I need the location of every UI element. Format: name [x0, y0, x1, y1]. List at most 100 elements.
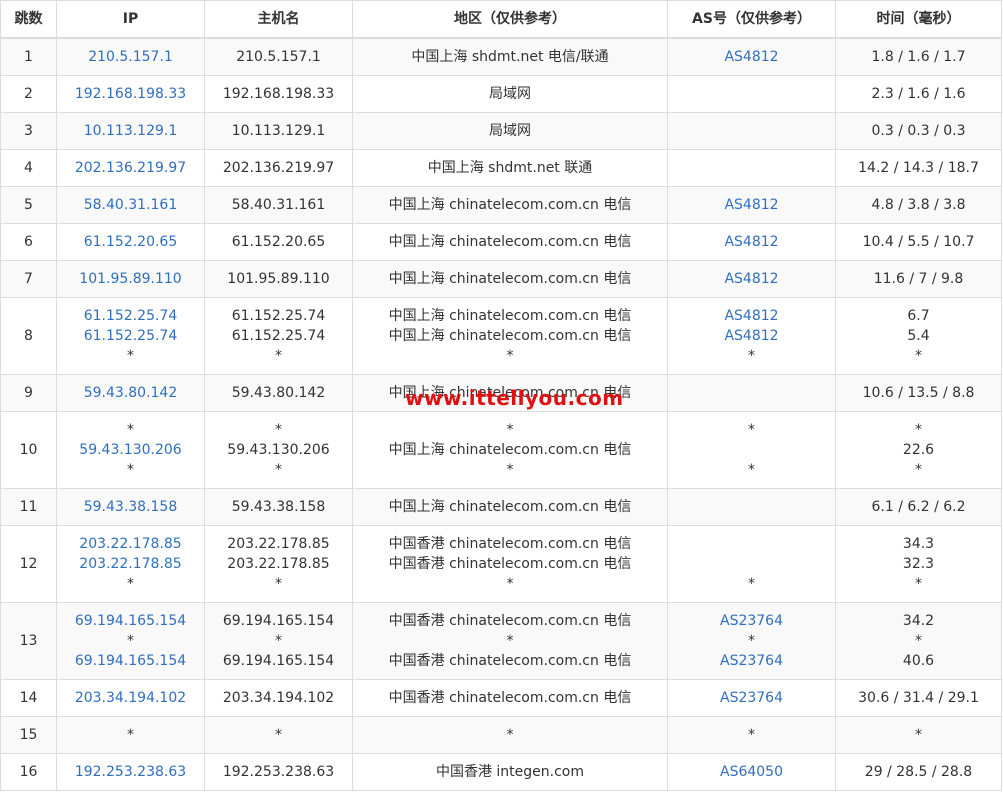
table-row: 9 59.43.80.142 59.43.80.142 中国上海 chinatelec… [0, 374, 1002, 412]
ip-value[interactable]: 192.253.238.63 [57, 762, 204, 782]
ip-value[interactable]: 58.40.31.161 [57, 195, 204, 215]
ip-value[interactable]: 61.152.20.65 [57, 232, 204, 252]
hop-cell: 14 [0, 679, 57, 717]
as-value[interactable]: AS4812 [668, 326, 835, 346]
ip-value: * [127, 633, 134, 649]
as-cell: * [667, 716, 836, 754]
ip-value[interactable]: 69.194.165.154 [57, 651, 204, 671]
as-cell: AS4812 [667, 223, 836, 261]
header-hostname: 主机名 [204, 0, 353, 39]
region-value: * [506, 576, 514, 592]
hostname-value: * [275, 422, 282, 438]
ip-value[interactable]: 210.5.157.1 [57, 47, 204, 67]
ip-value[interactable]: 203.22.178.85 [57, 534, 204, 554]
hostname-value: 192.253.238.63 [222, 764, 335, 780]
hostname-value: 203.22.178.85 [227, 536, 330, 552]
as-cell: * [667, 525, 836, 603]
as-cell [667, 112, 836, 150]
hop-cell: 4 [0, 149, 57, 187]
hostname-cell: 69.194.165.154 * 69.194.165.154 [204, 602, 353, 680]
region-value: 中国香港 chinatelecom.com.cn 电信 [388, 536, 632, 552]
as-value[interactable]: AS64050 [668, 762, 835, 782]
as-cell: * * [667, 411, 836, 489]
ip-value[interactable]: 202.136.219.97 [57, 158, 204, 178]
header-ip: IP [56, 0, 205, 39]
time-cell: 29 / 28.5 / 28.8 [835, 753, 1002, 791]
hop-cell: 12 [0, 525, 57, 603]
hostname-cell: 203.22.178.85 203.22.178.85 * [204, 525, 353, 603]
region-value: 中国香港 chinatelecom.com.cn 电信 [388, 690, 632, 706]
ip-value[interactable]: 59.43.38.158 [57, 497, 204, 517]
as-value [668, 554, 835, 574]
region-value: 中国上海 chinatelecom.com.cn 电信 [388, 197, 632, 213]
hostname-value: 210.5.157.1 [236, 49, 321, 65]
time-cell: 34.3 32.3 * [835, 525, 1002, 603]
region-cell: 中国上海 chinatelecom.com.cn 电信 [352, 223, 668, 261]
ip-value[interactable]: 203.22.178.85 [57, 554, 204, 574]
hostname-value: 203.34.194.102 [222, 690, 335, 706]
as-cell: AS4812 [667, 186, 836, 224]
hop-cell: 8 [0, 297, 57, 375]
ip-value[interactable]: 101.95.89.110 [57, 269, 204, 289]
ip-cell: 203.22.178.85 203.22.178.85 * [56, 525, 205, 603]
hostname-value: 202.136.219.97 [222, 160, 335, 176]
hostname-cell: 203.34.194.102 [204, 679, 353, 717]
as-value: * [748, 462, 755, 478]
as-value[interactable]: AS4812 [668, 306, 835, 326]
hostname-value: 10.113.129.1 [231, 123, 326, 139]
region-cell: 中国上海 chinatelecom.com.cn 电信 [352, 488, 668, 526]
table-row: 16 192.253.238.63 192.253.238.63 中国香港 integ… [0, 753, 1002, 791]
ip-value[interactable]: 59.43.80.142 [57, 383, 204, 403]
hostname-value: * [275, 727, 282, 743]
ip-value[interactable]: 69.194.165.154 [57, 611, 204, 631]
ip-cell: 202.136.219.97 [56, 149, 205, 187]
as-cell [667, 149, 836, 187]
ip-cell: 10.113.129.1 [56, 112, 205, 150]
hostname-value: 203.22.178.85 [227, 556, 330, 572]
hostname-cell: 192.168.198.33 [204, 75, 353, 113]
as-value [668, 383, 835, 403]
ip-value[interactable]: 203.34.194.102 [57, 688, 204, 708]
ip-value[interactable]: 59.43.130.206 [57, 440, 204, 460]
hostname-cell: 61.152.25.74 61.152.25.74 * [204, 297, 353, 375]
table-row: 14 203.34.194.102 203.34.194.102 中国香港 china… [0, 679, 1002, 717]
hostname-cell: * [204, 716, 353, 754]
ip-value: * [127, 422, 134, 438]
as-value[interactable]: AS23764 [668, 611, 835, 631]
header-as: AS号（仅供参考） [667, 0, 836, 39]
as-value[interactable]: AS23764 [668, 651, 835, 671]
as-value [668, 497, 835, 517]
hop-cell: 13 [0, 602, 57, 680]
time-cell: * [835, 716, 1002, 754]
ip-value[interactable]: 10.113.129.1 [57, 121, 204, 141]
region-value: * [506, 348, 514, 364]
traceroute-table: 跳数 IP 主机名 地区（仅供参考） AS号（仅供参考） 时间（毫秒） 1 210… [0, 0, 1002, 791]
hostname-cell: * 59.43.130.206 * [204, 411, 353, 489]
as-value[interactable]: AS4812 [668, 269, 835, 289]
hostname-value: 59.43.80.142 [231, 385, 326, 401]
as-value: * [748, 348, 755, 364]
region-value: 中国上海 chinatelecom.com.cn 电信 [388, 499, 632, 515]
ip-value: * [127, 462, 134, 478]
time-value: 1.8 / 1.6 / 1.7 [871, 49, 966, 65]
table-row: 10 * 59.43.130.206 * * 59.43.130.206 * * 中国上海 ch… [0, 411, 1002, 489]
ip-value[interactable]: 192.168.198.33 [57, 84, 204, 104]
as-value[interactable]: AS23764 [668, 688, 835, 708]
ip-value[interactable]: 61.152.25.74 [57, 306, 204, 326]
region-cell: * 中国上海 chinatelecom.com.cn 电信 * [352, 411, 668, 489]
time-cell: 4.8 / 3.8 / 3.8 [835, 186, 1002, 224]
time-value: 40.6 [902, 653, 935, 669]
hop-cell: 6 [0, 223, 57, 261]
ip-value[interactable]: 61.152.25.74 [57, 326, 204, 346]
region-value: * [506, 727, 514, 743]
as-value[interactable]: AS4812 [668, 47, 835, 67]
ip-cell: 59.43.38.158 [56, 488, 205, 526]
as-value[interactable]: AS4812 [668, 195, 835, 215]
as-cell: AS23764 [667, 679, 836, 717]
as-cell: AS23764 * AS23764 [667, 602, 836, 680]
header-time: 时间（毫秒） [835, 0, 1002, 39]
ip-cell: * [56, 716, 205, 754]
as-cell: AS4812 AS4812 * [667, 297, 836, 375]
region-value: 中国香港 chinatelecom.com.cn 电信 [388, 653, 632, 669]
as-value[interactable]: AS4812 [668, 232, 835, 252]
